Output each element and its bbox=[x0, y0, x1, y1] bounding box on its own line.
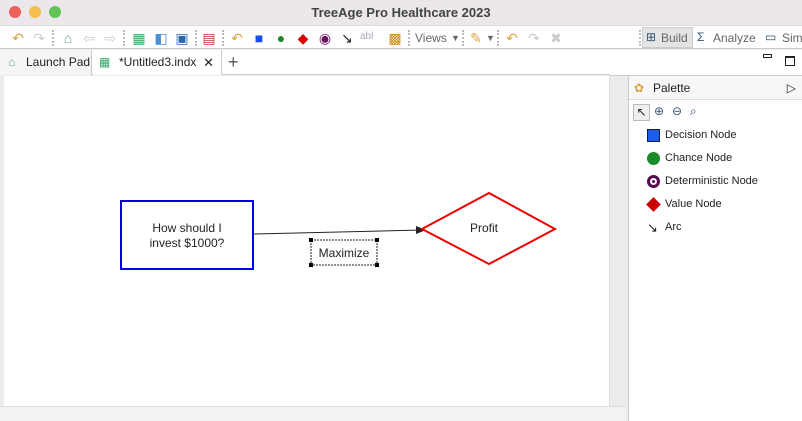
palette-panel: ✿ Palette ▷ ↖ ⊕ ⊖ ⌕ Decision Node Chance… bbox=[628, 76, 802, 421]
add-arc-icon[interactable]: ↘ bbox=[338, 29, 356, 47]
analyze-perspective-button[interactable]: Σ Analyze bbox=[697, 28, 759, 48]
palette-item-value-node[interactable]: Value Node bbox=[646, 194, 722, 214]
delete-icon[interactable]: ✖ bbox=[547, 29, 565, 47]
main-toolbar: ↶ ↷ ⌂ ⇦ ⇨ ▦ ◧ ▣ ▤ ↶ ■ ● ◆ ◉ ↘ abl ▩ View… bbox=[0, 25, 802, 49]
arc-line[interactable] bbox=[253, 229, 423, 235]
value-node-label: Profit bbox=[469, 221, 498, 235]
collapse-palette-icon[interactable]: ▷ bbox=[787, 76, 796, 100]
undo3-icon[interactable]: ↶ bbox=[503, 29, 521, 47]
select-tool-icon[interactable]: ↖ bbox=[633, 104, 650, 121]
home-icon: ⌂ bbox=[8, 55, 16, 69]
palette-item-chance-node[interactable]: Chance Node bbox=[647, 148, 732, 168]
arc-icon: ↘ bbox=[647, 220, 658, 235]
properties-icon[interactable]: ▤ bbox=[200, 29, 218, 47]
add-chance-node-icon[interactable]: ● bbox=[272, 29, 290, 47]
tab-label: *Untitled3.indx bbox=[119, 55, 197, 69]
save-icon[interactable]: ▣ bbox=[173, 29, 191, 47]
redo2-icon[interactable]: ↷ bbox=[525, 29, 543, 47]
add-value-node-icon[interactable]: ◆ bbox=[294, 29, 312, 47]
home-icon[interactable]: ⌂ bbox=[59, 29, 77, 47]
undo2-icon[interactable]: ↶ bbox=[228, 29, 246, 47]
arc-label[interactable]: Maximize bbox=[312, 246, 376, 260]
tab-label: Launch Pad bbox=[26, 55, 91, 69]
value-node-icon bbox=[646, 197, 661, 212]
zoom-out-icon[interactable]: ⊖ bbox=[672, 104, 682, 118]
analyze-label: Analyze bbox=[713, 31, 756, 45]
zoom-100-icon[interactable]: ⌕ bbox=[690, 104, 697, 119]
chevron-down-icon[interactable]: ▼ bbox=[451, 33, 460, 43]
undo-icon[interactable]: ↶ bbox=[9, 29, 27, 47]
palette-icon: ✿ bbox=[634, 81, 645, 95]
close-tab-icon[interactable]: ✕ bbox=[203, 50, 214, 75]
tree-icon[interactable]: ▦ bbox=[130, 29, 148, 47]
add-deterministic-node-icon[interactable]: ◉ bbox=[316, 29, 334, 47]
model-file-icon: ▦ bbox=[99, 55, 111, 69]
window-title: TreeAge Pro Healthcare 2023 bbox=[311, 5, 491, 20]
tab-untitled3[interactable]: ▦ *Untitled3.indx ✕ bbox=[93, 50, 222, 75]
palette-header: ✿ Palette ▷ bbox=[629, 76, 802, 100]
title-bar: TreeAge Pro Healthcare 2023 bbox=[0, 0, 802, 25]
palette-item-label: Chance Node bbox=[665, 152, 733, 164]
palette-item-decision-node[interactable]: Decision Node bbox=[647, 125, 737, 145]
decision-node-text: How should I bbox=[152, 221, 222, 235]
editor-tabs: ⌂ Launch Pad ▦ *Untitled3.indx ✕ + bbox=[0, 50, 626, 75]
chevron-down-icon[interactable]: ▼ bbox=[486, 33, 495, 43]
new-tab-button[interactable]: + bbox=[228, 52, 239, 73]
build-icon: ⊞ bbox=[646, 30, 657, 44]
palette-title: Palette bbox=[653, 81, 691, 95]
build-label: Build bbox=[661, 31, 688, 45]
deterministic-node-icon bbox=[647, 175, 660, 188]
palette-item-deterministic-node[interactable]: Deterministic Node bbox=[647, 171, 758, 191]
back-icon[interactable]: ⇦ bbox=[80, 29, 98, 47]
influence-diagram bbox=[120, 191, 558, 270]
sim-icon: ▭ bbox=[765, 30, 777, 44]
diagram-canvas[interactable]: How should I invest $1000? Profit Maximi… bbox=[4, 76, 610, 406]
sim-perspective-button[interactable]: ▭ Sim bbox=[765, 28, 802, 48]
redo-icon[interactable]: ↷ bbox=[30, 29, 48, 47]
decision-node-label: How should I invest $1000? bbox=[121, 221, 253, 251]
palette-item-arc[interactable]: ↘ Arc bbox=[647, 217, 682, 237]
tab-launch-pad[interactable]: ⌂ Launch Pad bbox=[0, 50, 92, 75]
palette-item-label: Deterministic Node bbox=[665, 175, 758, 187]
forward-icon[interactable]: ⇨ bbox=[101, 29, 119, 47]
chance-node-icon bbox=[647, 152, 660, 165]
decision-node-text: invest $1000? bbox=[149, 236, 225, 250]
build-perspective-button[interactable]: ⊞ Build bbox=[642, 27, 693, 48]
maximize-view-icon[interactable] bbox=[785, 56, 795, 66]
palette-item-label: Decision Node bbox=[665, 129, 737, 141]
palette-item-label: Value Node bbox=[665, 198, 722, 210]
add-decision-node-icon[interactable]: ■ bbox=[250, 29, 268, 47]
canvas-scrollbar[interactable] bbox=[0, 406, 626, 421]
text-tool[interactable]: abl bbox=[360, 31, 373, 42]
image-icon[interactable]: ▩ bbox=[386, 29, 404, 47]
rocket-icon[interactable]: ✎ bbox=[467, 29, 485, 47]
decision-node-icon bbox=[647, 129, 660, 142]
views-menu[interactable]: Views bbox=[415, 31, 447, 45]
open-icon[interactable]: ◧ bbox=[152, 29, 170, 47]
palette-item-label: Arc bbox=[665, 221, 682, 233]
analyze-icon: Σ bbox=[697, 30, 705, 44]
sim-label: Sim bbox=[782, 31, 802, 45]
zoom-in-icon[interactable]: ⊕ bbox=[654, 104, 664, 118]
minimize-view-icon[interactable] bbox=[763, 54, 772, 58]
palette-view-header bbox=[610, 50, 802, 76]
